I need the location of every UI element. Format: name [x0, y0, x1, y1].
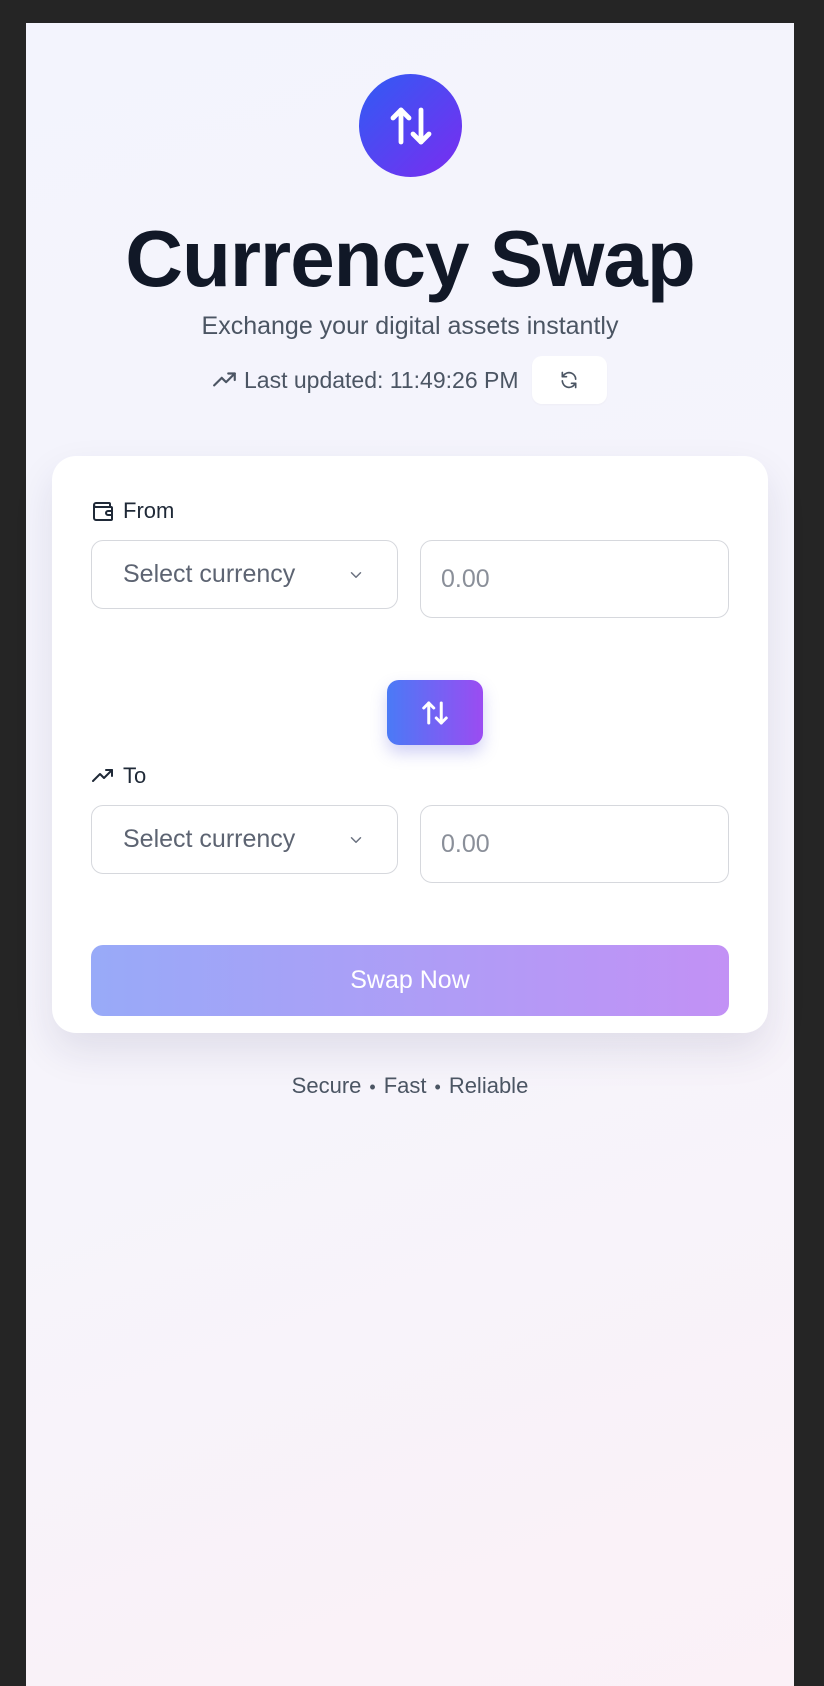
to-amount-input[interactable] [420, 805, 729, 883]
swap-card: From Select currency To Select currency [52, 456, 768, 1033]
last-updated-text: Last updated: 11:49:26 PM [244, 366, 519, 393]
arrow-up-down-icon [422, 701, 448, 724]
to-label: To [91, 763, 146, 789]
from-currency-select[interactable]: Select currency [91, 540, 398, 609]
swap-now-label: Swap Now [350, 966, 470, 994]
last-updated-row: Last updated: 11:49:26 PM [212, 356, 607, 404]
to-currency-value: Select currency [123, 825, 296, 853]
app-logo [359, 74, 462, 177]
arrow-up-down-icon [390, 107, 431, 144]
footer-separator: • [434, 1077, 441, 1097]
to-label-text: To [123, 763, 147, 788]
trending-up-icon [92, 769, 113, 782]
trending-up-icon [213, 372, 236, 387]
page-subtitle: Exchange your digital assets instantly [201, 312, 619, 340]
chevron-down-icon [350, 836, 362, 843]
chevron-down-icon [350, 571, 362, 578]
to-currency-select[interactable]: Select currency [91, 805, 398, 874]
swap-now-button[interactable]: Swap Now [91, 945, 729, 1016]
from-currency-value: Select currency [123, 560, 296, 588]
footer-separator: • [369, 1077, 376, 1097]
footer-tagline: Secure • Fast • Reliable [26, 1073, 794, 1099]
footer-tag-fast: Fast [383, 1073, 427, 1098]
app-page: Currency Swap Exchange your digital asse… [26, 23, 794, 1686]
footer-tag-reliable: Reliable [448, 1073, 529, 1098]
wallet-icon [93, 502, 113, 521]
page-title: Currency Swap [125, 214, 695, 303]
from-amount-input[interactable] [420, 540, 729, 618]
swap-direction-button[interactable] [387, 680, 483, 745]
refresh-icon [561, 371, 577, 389]
from-label-text: From [123, 498, 175, 523]
from-label: From [91, 498, 174, 524]
footer-tag-secure: Secure [291, 1073, 362, 1098]
refresh-button[interactable] [531, 356, 607, 404]
